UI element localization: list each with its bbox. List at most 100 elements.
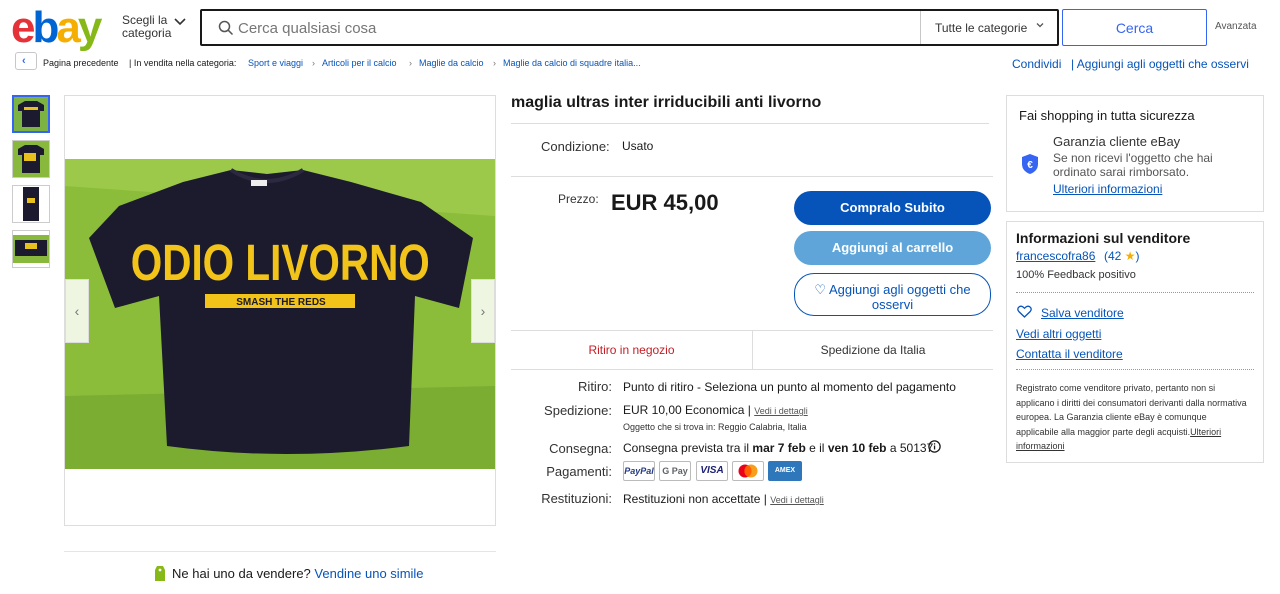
shirt-main-text: ODIO LIVORNO xyxy=(131,235,430,291)
save-seller-link[interactable]: Salva venditore xyxy=(1041,306,1124,320)
divider xyxy=(511,123,989,124)
shield-euro-icon: € xyxy=(1022,154,1038,174)
shirt-thumbnail-image xyxy=(13,141,49,177)
delivery-mid: e il xyxy=(809,441,825,455)
advanced-search-link[interactable]: Avanzata xyxy=(1215,21,1257,32)
next-image-button[interactable]: › xyxy=(471,279,495,343)
returns-label: Restituzioni: xyxy=(541,491,612,506)
item-price: EUR 45,00 xyxy=(611,190,719,215)
returns-text: Restituzioni non accettate | xyxy=(623,492,767,506)
guarantee-line1: Se non ricevi l'oggetto che hai xyxy=(1053,151,1213,165)
delivery-value: Consegna prevista tra il mar 7 feb e il … xyxy=(623,441,933,455)
returns-value: Restituzioni non accettate | Vedi i dett… xyxy=(623,492,824,506)
feedback-count: 42 xyxy=(1108,249,1122,263)
condition-value: Usato xyxy=(622,139,654,153)
sell-similar-link[interactable]: Vendine uno simile xyxy=(314,566,423,581)
price-tag-icon xyxy=(155,566,165,581)
paypal-icon: PayPal xyxy=(623,461,655,481)
sell-similar: Ne hai uno da vendere? Vendine uno simil… xyxy=(172,566,424,581)
add-to-watchlist-link[interactable]: | Aggiungi agli oggetti che osservi xyxy=(1071,57,1249,71)
breadcrumb-item[interactable]: Maglie da calcio xyxy=(419,58,484,68)
visa-icon: VISA xyxy=(696,461,728,481)
share-link[interactable]: Condividi xyxy=(1012,57,1061,71)
shop-by-category-button[interactable]: Scegli la categoria xyxy=(122,14,171,40)
feedback-score[interactable]: (42 ★) xyxy=(1104,249,1139,263)
search-button[interactable]: Cerca xyxy=(1062,9,1207,46)
thumbnail[interactable] xyxy=(12,95,50,133)
sell-question: Ne hai uno da vendere? xyxy=(172,566,311,581)
chevron-right-icon: › xyxy=(480,303,486,319)
seller-name-link[interactable]: francescofra86 xyxy=(1016,249,1095,263)
add-to-cart-button[interactable]: Aggiungi al carrello xyxy=(794,231,991,265)
tab-pickup[interactable]: Ritiro in negozio xyxy=(511,331,752,370)
shipping-label: Spedizione: xyxy=(544,403,612,418)
search-input[interactable] xyxy=(238,17,908,39)
delivery-pre: Consegna prevista tra il xyxy=(623,441,750,455)
condition-label: Condizione: xyxy=(541,139,610,154)
shirt-photo: ODIO LIVORNO SMASH THE REDS xyxy=(65,96,495,525)
thumbnail[interactable] xyxy=(12,230,50,268)
star-icon: ★ xyxy=(1124,249,1136,263)
back-button[interactable]: ‹ xyxy=(15,52,37,70)
ebay-logo[interactable]: ebay xyxy=(11,3,103,52)
watch-line1: ♡ Aggiungi agli oggetti che xyxy=(814,282,971,297)
shipping-type: Economica | xyxy=(685,403,751,417)
safety-title: Fai shopping in tutta sicurezza xyxy=(1019,108,1195,123)
returns-details-link[interactable]: Vedi i dettagli xyxy=(770,495,824,505)
breadcrumb-separator-icon: › xyxy=(493,58,496,68)
chevron-left-icon: ‹ xyxy=(74,303,80,319)
divider xyxy=(64,551,496,552)
feedback-percent: 100% Feedback positivo xyxy=(1016,269,1136,281)
category-select[interactable]: Tutte le categorie xyxy=(920,11,1057,44)
divider xyxy=(1016,292,1254,293)
guarantee-more-info-link[interactable]: Ulteriori informazioni xyxy=(1053,182,1162,196)
seller-other-items-link[interactable]: Vedi altri oggetti xyxy=(1016,327,1101,341)
logo-letter-a: a xyxy=(56,3,81,52)
shirt-thumbnail-image xyxy=(13,231,49,267)
buy-now-button[interactable]: Compralo Subito xyxy=(794,191,991,225)
svg-text:€: € xyxy=(1027,160,1033,171)
chevron-down-icon xyxy=(1036,23,1044,28)
delivery-tabs: Ritiro in negozio Spedizione da Italia xyxy=(511,330,993,370)
breadcrumb-item[interactable]: Maglie da calcio di squadre italia... xyxy=(503,58,641,68)
google-pay-icon: G Pay xyxy=(659,461,691,481)
delivery-date-end: ven 10 feb xyxy=(827,441,887,455)
pickup-label: Ritiro: xyxy=(578,379,612,394)
add-to-watchlist-button[interactable]: ♡ Aggiungi agli oggetti che osservi xyxy=(794,273,991,316)
chevron-left-icon: ‹ xyxy=(22,55,26,67)
logo-letter-e: e xyxy=(11,3,36,52)
breadcrumb-item[interactable]: Articoli per il calcio xyxy=(322,58,397,68)
search-icon xyxy=(218,20,234,36)
heart-icon xyxy=(1017,305,1032,318)
chevron-down-icon xyxy=(174,18,186,26)
shirt-thumbnail-image xyxy=(13,186,49,222)
tab-shipping[interactable]: Spedizione da Italia xyxy=(752,331,993,370)
item-location: Oggetto che si trova in: Reggio Calabria… xyxy=(623,422,807,432)
breadcrumb-prefix: | In vendita nella categoria: xyxy=(129,58,237,68)
watch-line2: osservi xyxy=(871,297,914,312)
logo-letter-y: y xyxy=(77,3,103,52)
delivery-date-start: mar 7 feb xyxy=(752,441,806,455)
prev-image-button[interactable]: ‹ xyxy=(65,279,89,343)
shipping-details-link[interactable]: Vedi i dettagli xyxy=(754,406,808,416)
payments-label: Pagamenti: xyxy=(546,464,612,479)
breadcrumb: ‹ Pagina precedente | In vendita nella c… xyxy=(0,52,1280,74)
thumbnail[interactable] xyxy=(12,185,50,223)
breadcrumb-separator-icon: › xyxy=(312,58,315,68)
amex-icon: AMEX xyxy=(768,461,802,481)
breadcrumb-item[interactable]: Sport e viaggi xyxy=(248,58,303,68)
header: ebay Scegli la categoria Tutte le catego… xyxy=(0,0,1280,52)
shirt-sub-text: SMASH THE REDS xyxy=(236,297,326,308)
category-select-value: Tutte le categorie xyxy=(935,21,1028,35)
shipping-value: EUR 10,00 Economica | Vedi i dettagli xyxy=(623,403,808,417)
seller-legal-note: Registrato come venditore privato, perta… xyxy=(1016,381,1248,454)
contact-seller-link[interactable]: Contatta il venditore xyxy=(1016,347,1123,361)
main-image-container[interactable]: ODIO LIVORNO SMASH THE REDS ‹ › xyxy=(64,95,496,526)
back-link[interactable]: Pagina precedente xyxy=(43,58,119,68)
guarantee-title: Garanzia cliente eBay xyxy=(1053,134,1181,149)
shirt-thumbnail-image xyxy=(14,97,48,131)
price-label: Prezzo: xyxy=(558,192,599,206)
breadcrumb-separator-icon: › xyxy=(409,58,412,68)
info-icon[interactable] xyxy=(928,440,941,453)
thumbnail[interactable] xyxy=(12,140,50,178)
